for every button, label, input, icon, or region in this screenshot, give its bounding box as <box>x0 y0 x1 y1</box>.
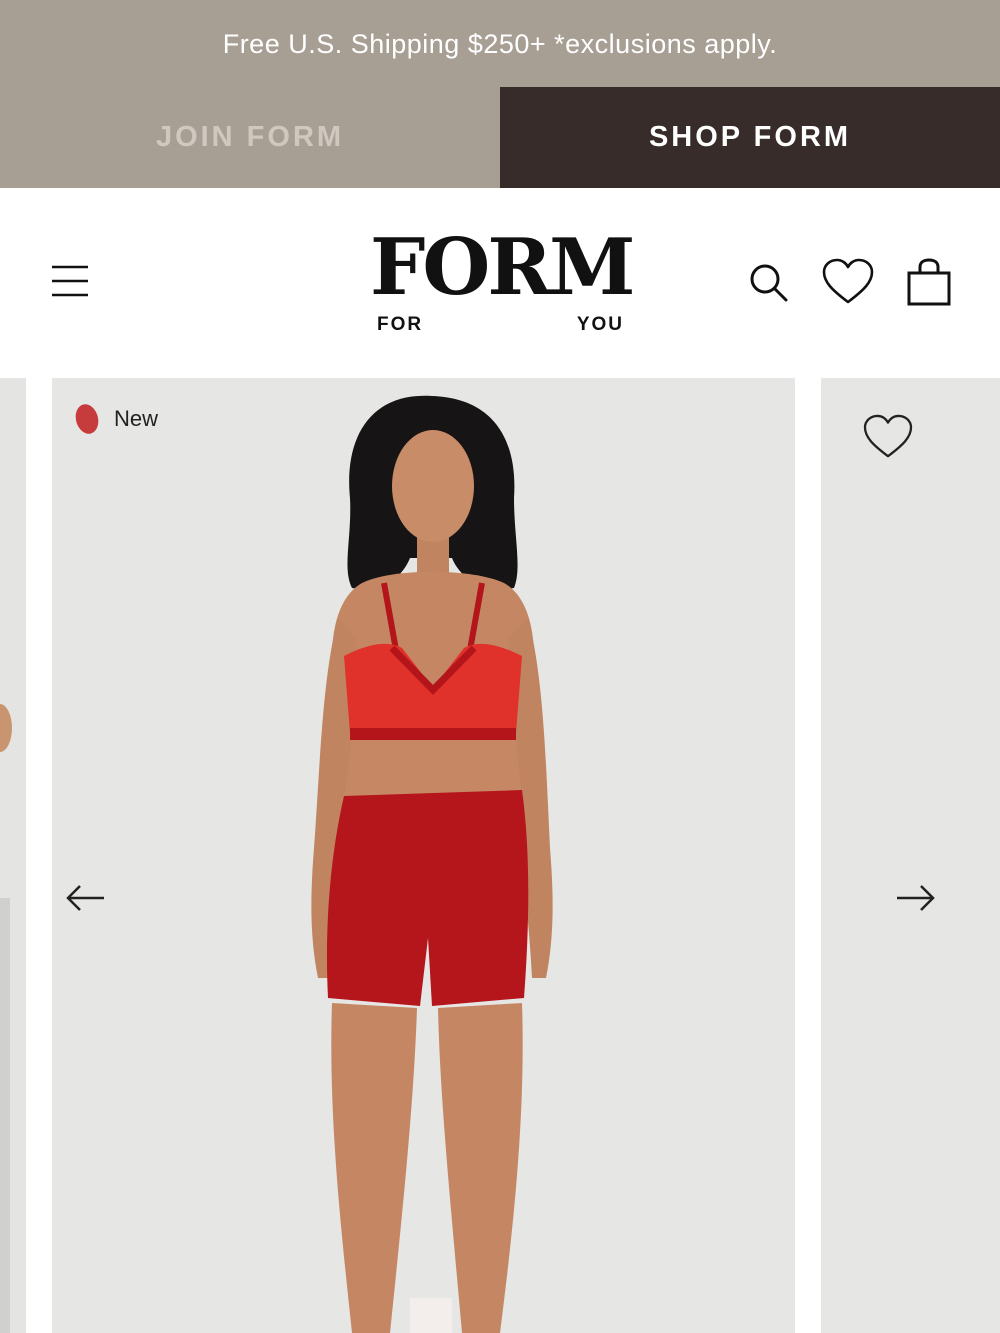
model-photo <box>52 378 795 1333</box>
menu-icon[interactable] <box>50 264 90 298</box>
announcement-bar: Free U.S. Shipping $250+ *exclusions app… <box>0 0 1000 88</box>
carousel-next-arrow-icon[interactable] <box>893 878 937 918</box>
brand-logo[interactable]: FORM FOR YOU <box>370 222 636 338</box>
announcement-text: Free U.S. Shipping $250+ *exclusions app… <box>222 28 778 59</box>
product-image-carousel[interactable]: New <box>0 378 1000 1333</box>
previous-slide-peek[interactable] <box>0 378 26 1333</box>
tab-join-form[interactable]: JOIN FORM <box>0 87 500 188</box>
heart-icon[interactable] <box>822 258 874 306</box>
logo-tagline-left: FOR <box>377 314 424 335</box>
next-slide-peek[interactable] <box>821 378 1000 1333</box>
search-icon[interactable] <box>744 258 792 306</box>
shopping-bag-icon[interactable] <box>906 258 952 306</box>
carousel-prev-arrow-icon[interactable] <box>64 878 108 918</box>
product-image-main[interactable]: New <box>52 378 795 1333</box>
store-tabs: JOIN FORM SHOP FORM <box>0 87 1000 188</box>
site-header: FORM FOR YOU <box>0 188 1000 378</box>
logo-wordmark: FORM <box>370 222 636 313</box>
new-badge-label: New <box>114 406 159 431</box>
logo-tagline-right: YOU <box>576 314 624 335</box>
new-badge: New <box>72 401 159 437</box>
new-badge-dot <box>72 401 102 437</box>
wishlist-heart-icon[interactable] <box>863 414 913 460</box>
tab-shop-form[interactable]: SHOP FORM <box>500 87 1000 188</box>
